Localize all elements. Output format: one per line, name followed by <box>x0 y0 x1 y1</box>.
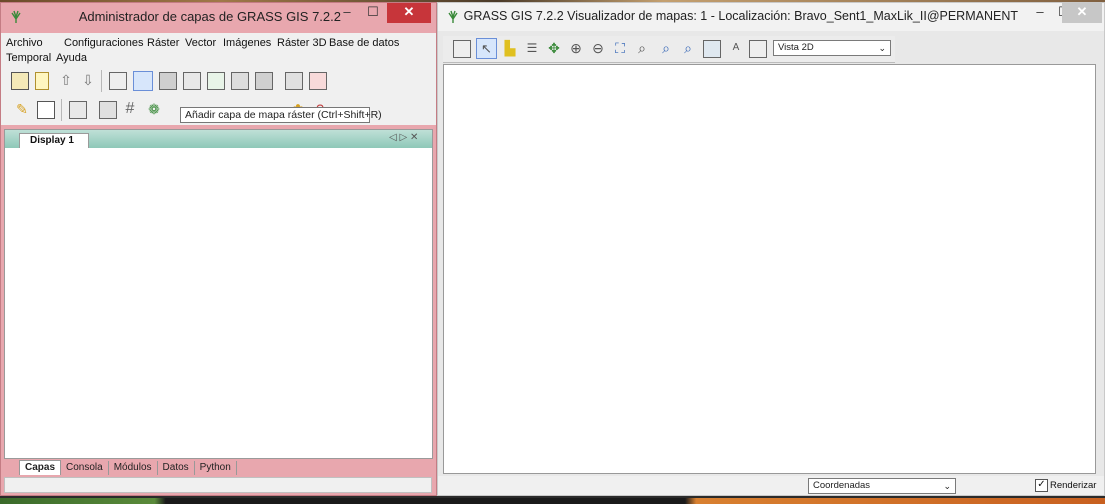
add-raster-layer-icon[interactable] <box>133 71 153 91</box>
menu-ayuda[interactable]: Ayuda <box>56 52 87 64</box>
map-canvas[interactable] <box>443 64 1096 474</box>
menu-vector[interactable]: Vector <box>185 37 216 49</box>
add-overlay-icon[interactable] <box>255 72 273 90</box>
view-mode-value: Vista 2D <box>778 42 814 53</box>
pencil-icon[interactable]: ✎ <box>13 101 31 119</box>
add-group-icon[interactable] <box>231 72 249 90</box>
status-mode-select[interactable]: Coordenadas ⌄ <box>808 478 956 494</box>
tab-datos[interactable]: Datos <box>158 461 195 475</box>
tab-capas[interactable]: Capas <box>19 460 62 475</box>
status-mode-value: Coordenadas <box>813 480 871 491</box>
zoom-in-icon[interactable]: ⊕ <box>567 40 585 58</box>
graphical-modeler-icon[interactable] <box>99 101 117 119</box>
map-display-title: GRASS GIS 7.2.2 Visualizador de mapas: 1… <box>463 9 1018 23</box>
render-checkbox[interactable]: ✓ Renderizar <box>1035 479 1096 492</box>
menu-temporal[interactable]: Temporal <box>6 52 51 64</box>
zoom-back-icon[interactable]: ⌕ <box>633 40 651 58</box>
display-map-icon[interactable] <box>453 40 471 58</box>
menu-imagenes[interactable]: Imágenes <box>223 37 271 49</box>
minimize-button[interactable]: – <box>335 3 359 23</box>
save-display-icon[interactable] <box>749 40 767 58</box>
add-vector-layer-icon[interactable] <box>183 72 201 90</box>
attribute-table-icon[interactable] <box>37 101 55 119</box>
layer-manager-window: Administrador de capas de GRASS GIS 7.2.… <box>0 2 437 496</box>
open-workspace-icon[interactable]: ⇧ <box>57 72 75 90</box>
save-workspace-icon[interactable]: ⇩ <box>79 72 97 90</box>
chevron-down-icon: ⌄ <box>878 43 886 53</box>
pointer-icon[interactable]: ↖ <box>476 38 497 59</box>
toolbar-main: ⇧ ⇩ <box>1 67 436 95</box>
query-icon[interactable]: ☰ <box>523 40 541 58</box>
close-button[interactable]: ✕ <box>1062 3 1102 23</box>
menubar: Archivo Configuraciones Ráster Vector Im… <box>1 33 436 67</box>
new-workspace-icon[interactable] <box>35 72 49 90</box>
decoration-icon[interactable]: A <box>727 40 745 58</box>
tooltip: Añadir capa de mapa ráster (Ctrl+Shift+R… <box>180 107 382 123</box>
add-vector-misc-icon[interactable] <box>207 72 225 90</box>
select-query-icon[interactable]: ▙ <box>501 40 519 58</box>
maximize-button[interactable]: ☐ <box>361 3 385 23</box>
analyze-icon[interactable] <box>703 40 721 58</box>
toolbar-separator <box>61 99 62 121</box>
tab-nav-controls[interactable]: ◁ ▷ ✕ <box>389 132 418 143</box>
map-display-titlebar[interactable]: GRASS GIS 7.2.2 Visualizador de mapas: 1… <box>438 3 1104 31</box>
toolbar-separator <box>101 70 102 92</box>
checkbox-icon: ✓ <box>1035 479 1048 492</box>
map-display-window: GRASS GIS 7.2.2 Visualizador de mapas: 1… <box>437 2 1105 496</box>
render-label: Renderizar <box>1050 480 1097 492</box>
map-toolbar: ↖ ▙ ☰ ✥ ⊕ ⊖ ⛶ ⌕ ⌕ ⌕ A Vista 2D ⌄ <box>443 36 895 63</box>
menu-configuraciones[interactable]: Configuraciones <box>64 37 144 49</box>
bottom-tabs: Capas Consola Módulos Datos Python <box>19 460 237 475</box>
minimize-button[interactable]: – <box>1028 3 1052 23</box>
cartographic-composer-icon[interactable]: ❁ <box>145 101 163 119</box>
add-web-service-icon[interactable] <box>285 72 303 90</box>
layer-manager-title: Administrador de capas de GRASS GIS 7.2.… <box>78 9 341 24</box>
new-display-icon[interactable] <box>11 72 29 90</box>
georectify-icon[interactable] <box>69 101 87 119</box>
layer-manager-titlebar[interactable]: Administrador de capas de GRASS GIS 7.2.… <box>1 3 436 31</box>
close-button[interactable]: ✕ <box>387 3 431 23</box>
pan-icon[interactable]: ✥ <box>545 40 563 58</box>
add-map-layers-icon[interactable] <box>109 72 127 90</box>
menu-raster-3d[interactable]: Ráster 3D <box>277 37 327 49</box>
remove-layer-icon[interactable] <box>309 72 327 90</box>
layer-manager-statusbar <box>4 477 432 493</box>
zoom-region-icon[interactable]: ⌕ <box>679 40 697 58</box>
add-raster-misc-icon[interactable] <box>159 72 177 90</box>
tab-modulos[interactable]: Módulos <box>109 461 158 475</box>
chevron-down-icon: ⌄ <box>943 481 951 491</box>
zoom-out-icon[interactable]: ⊖ <box>589 40 607 58</box>
display-tabstrip: Display 1 ◁ ▷ ✕ <box>5 130 432 148</box>
menu-base-de-datos[interactable]: Base de datos <box>329 37 399 49</box>
menu-archivo[interactable]: Archivo <box>6 37 43 49</box>
zoom-extent-icon[interactable]: ⛶ <box>611 40 629 58</box>
layer-tree-panel: Display 1 ◁ ▷ ✕ <box>4 129 433 459</box>
zoom-map-icon[interactable]: ⌕ <box>657 40 675 58</box>
tab-consola[interactable]: Consola <box>61 461 109 475</box>
menu-raster[interactable]: Ráster <box>147 37 179 49</box>
tab-display-1[interactable]: Display 1 <box>19 133 89 148</box>
map-statusbar: Coordenadas ⌄ ✓ Renderizar <box>438 476 1104 495</box>
tab-python[interactable]: Python <box>195 461 237 475</box>
taskbar-strip <box>0 498 1105 504</box>
grid-icon[interactable]: # <box>121 101 139 119</box>
view-mode-select[interactable]: Vista 2D ⌄ <box>773 40 891 56</box>
